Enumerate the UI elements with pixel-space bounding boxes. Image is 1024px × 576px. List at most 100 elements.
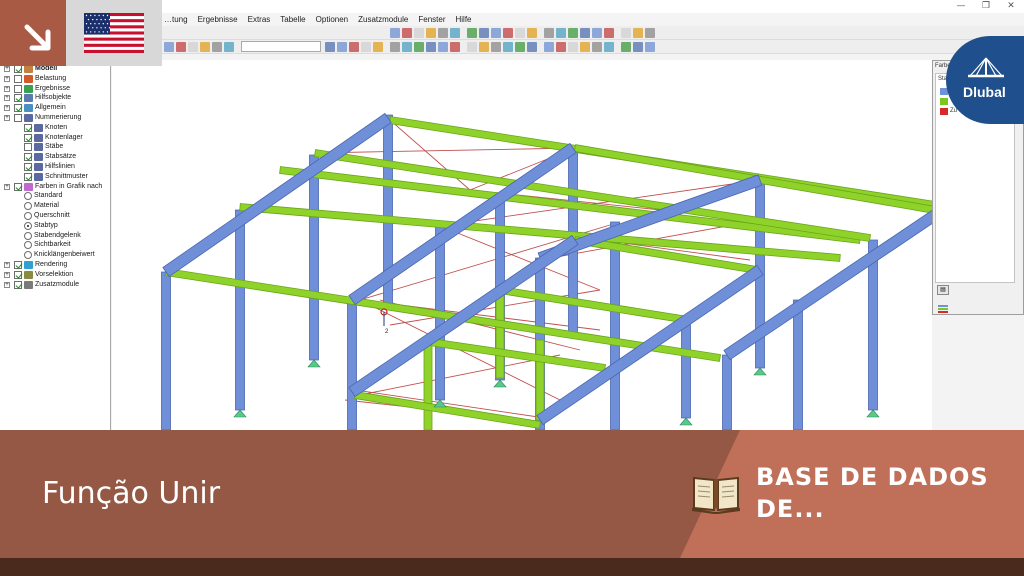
toolbar-button-icon[interactable] <box>580 28 590 38</box>
toolbar-button-icon[interactable] <box>426 28 436 38</box>
checkbox[interactable] <box>24 123 32 132</box>
purlin-member[interactable] <box>314 149 871 242</box>
checkbox[interactable] <box>14 104 22 113</box>
toolbar-button-icon[interactable] <box>224 42 234 52</box>
toolbar-button-icon[interactable] <box>645 28 655 38</box>
toolbar-button-icon[interactable] <box>361 42 371 52</box>
radio-button[interactable] <box>24 192 32 201</box>
toolbar-button-icon[interactable] <box>515 28 525 38</box>
toolbar-button-icon[interactable] <box>325 42 335 52</box>
toolbar-button-icon[interactable] <box>544 28 554 38</box>
toolbar-button-icon[interactable] <box>188 42 198 52</box>
toolbar-button-icon[interactable] <box>604 42 614 52</box>
checkbox[interactable] <box>14 182 22 191</box>
expand-toggle-icon[interactable]: + <box>4 66 10 72</box>
restore-button[interactable]: ❐ <box>975 0 997 13</box>
toolbar-button-icon[interactable] <box>544 42 554 52</box>
checkbox[interactable] <box>24 153 32 162</box>
checkbox[interactable] <box>24 143 32 152</box>
toolbar-button-icon[interactable] <box>390 28 400 38</box>
navigator-item[interactable]: Stabendgelenk <box>0 231 110 241</box>
support-node-icon[interactable] <box>753 367 767 376</box>
navigator-item[interactable]: Knoten <box>0 123 110 133</box>
navigator-item[interactable]: Schnittmuster <box>0 172 110 182</box>
toolbar-button-icon[interactable] <box>556 42 566 52</box>
navigator-item[interactable]: + Ergebnisse <box>0 84 110 94</box>
navigator-item[interactable]: + Belastung <box>0 74 110 84</box>
toolbar-button-icon[interactable] <box>426 42 436 52</box>
toolbar-button-icon[interactable] <box>503 28 513 38</box>
navigator-item[interactable]: Knotenlager <box>0 133 110 143</box>
toolbar-button-icon[interactable] <box>568 28 578 38</box>
toolbar-button-icon[interactable] <box>438 42 448 52</box>
column-member[interactable] <box>347 299 357 430</box>
checkbox[interactable] <box>14 261 22 269</box>
graphic-viewport[interactable]: 2 <box>112 60 932 430</box>
toolbar-button-icon[interactable] <box>479 42 489 52</box>
navigator-item[interactable]: Standard <box>0 191 110 201</box>
checkbox[interactable] <box>14 114 22 122</box>
toolbar-button-icon[interactable] <box>373 42 383 52</box>
toolbar-button-icon[interactable] <box>402 28 412 38</box>
column-member[interactable] <box>681 324 691 419</box>
toolbar-button-icon[interactable] <box>556 28 566 38</box>
expand-toggle-icon[interactable]: + <box>4 271 10 278</box>
menu-item[interactable]: Ergebnisse <box>198 13 238 26</box>
radio-button[interactable] <box>24 212 32 220</box>
toolbar-button-icon[interactable] <box>176 42 186 52</box>
checkbox[interactable] <box>14 65 22 73</box>
navigator-item[interactable]: Stabsätze <box>0 152 110 162</box>
radio-button[interactable] <box>24 202 32 211</box>
support-node-icon[interactable] <box>233 409 247 418</box>
toolbar-button-icon[interactable] <box>349 42 359 52</box>
toolbar-button-icon[interactable] <box>604 28 614 38</box>
toolbar-button-icon[interactable] <box>402 42 412 52</box>
column-member[interactable] <box>722 354 732 430</box>
toolbar-button-icon[interactable] <box>645 42 655 52</box>
toolbar-button-icon[interactable] <box>527 42 537 52</box>
checkbox[interactable] <box>14 280 22 289</box>
menu-item[interactable]: …tung <box>164 13 188 26</box>
navigator-item[interactable]: Knicklängenbeiwert <box>0 250 110 260</box>
expand-toggle-icon[interactable]: + <box>4 75 10 82</box>
navigator-item[interactable]: Hilfslinien <box>0 162 110 172</box>
checkbox[interactable] <box>14 94 22 103</box>
toolbar-dropdown[interactable] <box>241 41 321 52</box>
toolbar-button-icon[interactable] <box>491 42 501 52</box>
green-column-member[interactable] <box>495 287 505 379</box>
purlin-member[interactable] <box>498 286 690 324</box>
menu-item[interactable]: Optionen <box>316 13 348 26</box>
menu-item[interactable]: Zusatzmodule <box>358 13 408 26</box>
expand-toggle-icon[interactable]: + <box>4 115 10 121</box>
purlin-member[interactable] <box>429 338 606 372</box>
navigator-item[interactable]: Stäbe <box>0 142 110 152</box>
minimize-button[interactable]: — <box>950 0 972 13</box>
navigator-item[interactable]: + Hilfsobjekte <box>0 93 110 103</box>
rafter-member[interactable] <box>162 112 392 278</box>
menu-item[interactable]: Fenster <box>418 13 445 26</box>
structure-model[interactable]: 2 <box>112 60 932 430</box>
checkbox[interactable] <box>24 172 32 181</box>
checkbox[interactable] <box>24 163 32 171</box>
radio-button[interactable] <box>24 231 32 240</box>
toolbar-button-icon[interactable] <box>621 42 631 52</box>
toolbar-button-icon[interactable] <box>414 28 424 38</box>
menu-item[interactable]: Tabelle <box>280 13 305 26</box>
toolbar-button-icon[interactable] <box>633 42 643 52</box>
panel-color-icon[interactable] <box>937 301 949 313</box>
navigator-item[interactable]: + Zusatzmodule <box>0 280 110 290</box>
toolbar-button-icon[interactable] <box>633 28 643 38</box>
toolbar-button-icon[interactable] <box>212 42 222 52</box>
support-node-icon[interactable] <box>307 359 321 368</box>
toolbar-button-icon[interactable] <box>592 28 602 38</box>
toolbar-button-icon[interactable] <box>503 42 513 52</box>
toolbar-button-icon[interactable] <box>467 42 477 52</box>
toolbar-button-icon[interactable] <box>390 42 400 52</box>
column-member[interactable] <box>793 299 803 430</box>
column-member[interactable] <box>610 221 620 430</box>
navigator-item[interactable]: Stabtyp <box>0 221 110 231</box>
toolbar-button-icon[interactable] <box>527 28 537 38</box>
navigator-item[interactable]: + Rendering <box>0 260 110 270</box>
checkbox[interactable] <box>14 270 22 279</box>
expand-toggle-icon[interactable]: + <box>4 183 10 190</box>
